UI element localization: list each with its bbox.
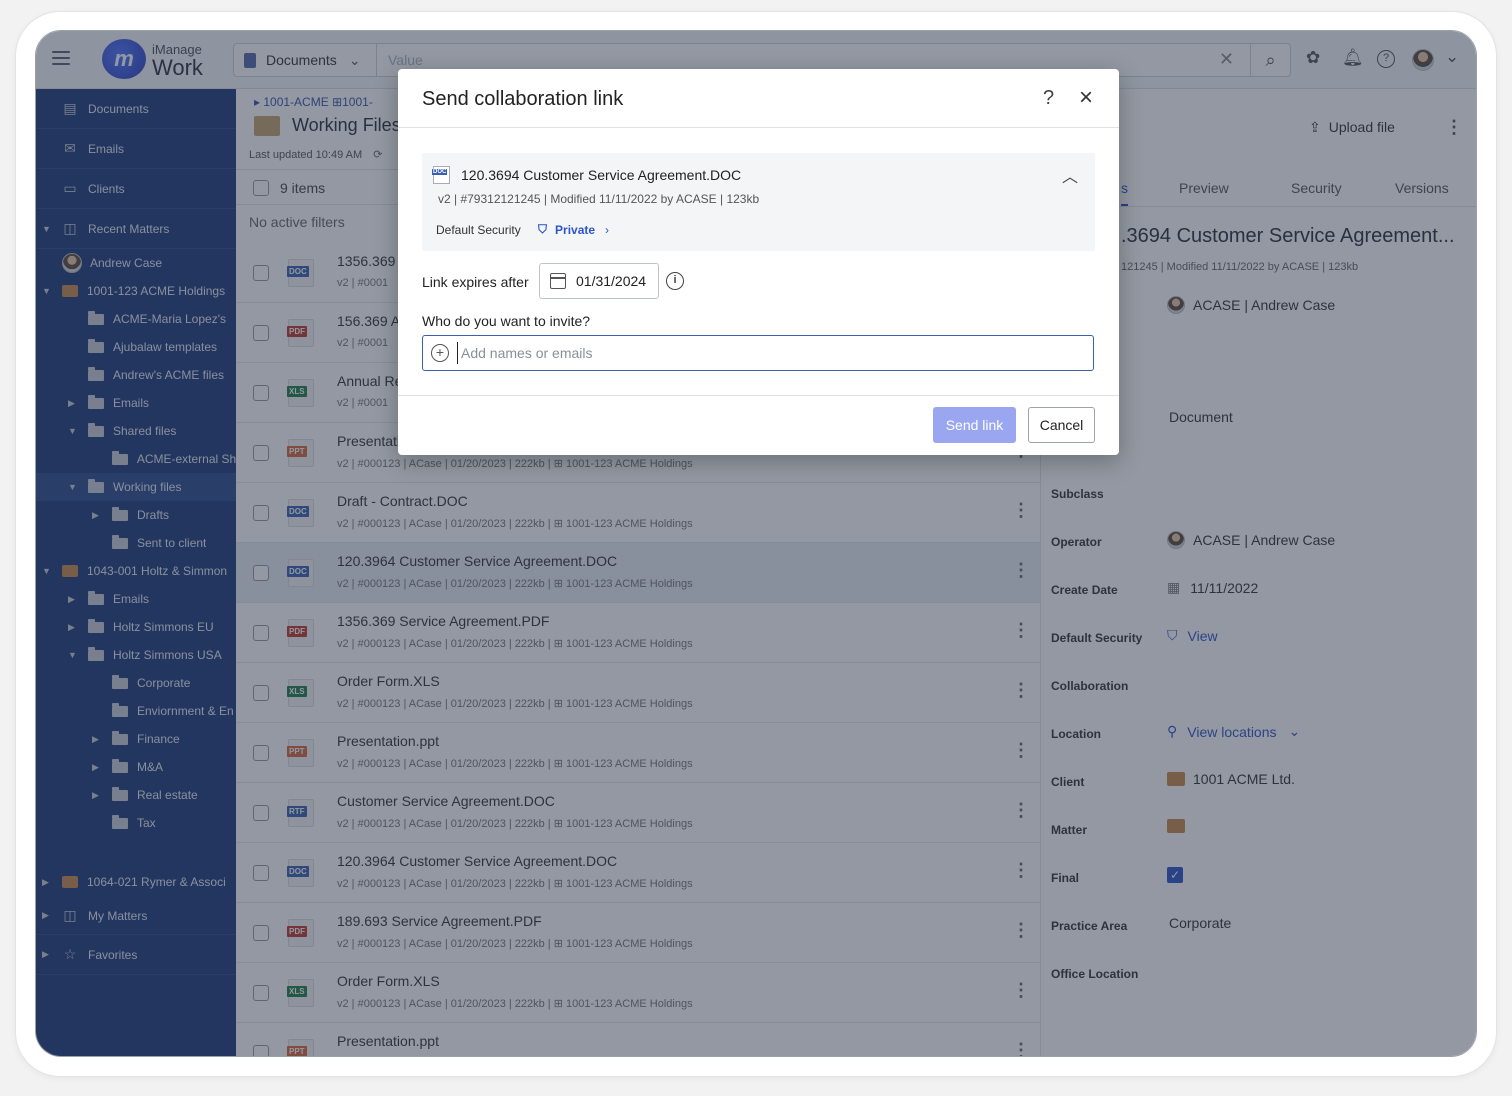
- cancel-button[interactable]: Cancel: [1028, 407, 1095, 443]
- doc-file-icon: DOC: [432, 166, 450, 184]
- app-window: m iManage Work Documents ⌄ Value ✕ ⌕ ✿ 🔔…: [35, 30, 1477, 1057]
- divider: [398, 127, 1119, 128]
- invite-field[interactable]: +: [422, 335, 1094, 371]
- info-icon[interactable]: i: [666, 272, 684, 290]
- expiry-date-picker[interactable]: 01/31/2024: [539, 263, 659, 299]
- default-security-label: Default Security: [436, 223, 521, 237]
- invite-label: Who do you want to invite?: [422, 313, 591, 329]
- add-icon[interactable]: +: [431, 344, 449, 362]
- shield-icon: ⛉: [538, 222, 548, 236]
- close-icon[interactable]: ×: [1079, 84, 1093, 112]
- dialog-title: Send collaboration link: [422, 88, 624, 110]
- file-meta: v2 | #79312121245 | Modified 11/11/2022 …: [438, 192, 760, 206]
- chevron-up-icon[interactable]: ︿: [1062, 163, 1078, 187]
- expiry-date-value: 01/31/2024: [576, 273, 647, 289]
- help-icon[interactable]: ?: [1043, 87, 1054, 110]
- chevron-right-icon: ›: [605, 222, 610, 237]
- file-name: 120.3694 Customer Service Agreement.DOC: [461, 167, 742, 183]
- calendar-icon: [550, 273, 566, 289]
- send-collaboration-link-dialog: Send collaboration link ? × DOC 120.3694…: [398, 69, 1119, 455]
- file-summary-card: DOC 120.3694 Customer Service Agreement.…: [422, 153, 1095, 251]
- send-link-button[interactable]: Send link: [933, 407, 1016, 443]
- security-value: Private: [555, 222, 596, 237]
- link-expires-label: Link expires after: [422, 274, 529, 290]
- invite-input[interactable]: [457, 342, 1077, 364]
- divider: [398, 395, 1119, 396]
- security-link[interactable]: ⛉ Private ›: [538, 222, 609, 237]
